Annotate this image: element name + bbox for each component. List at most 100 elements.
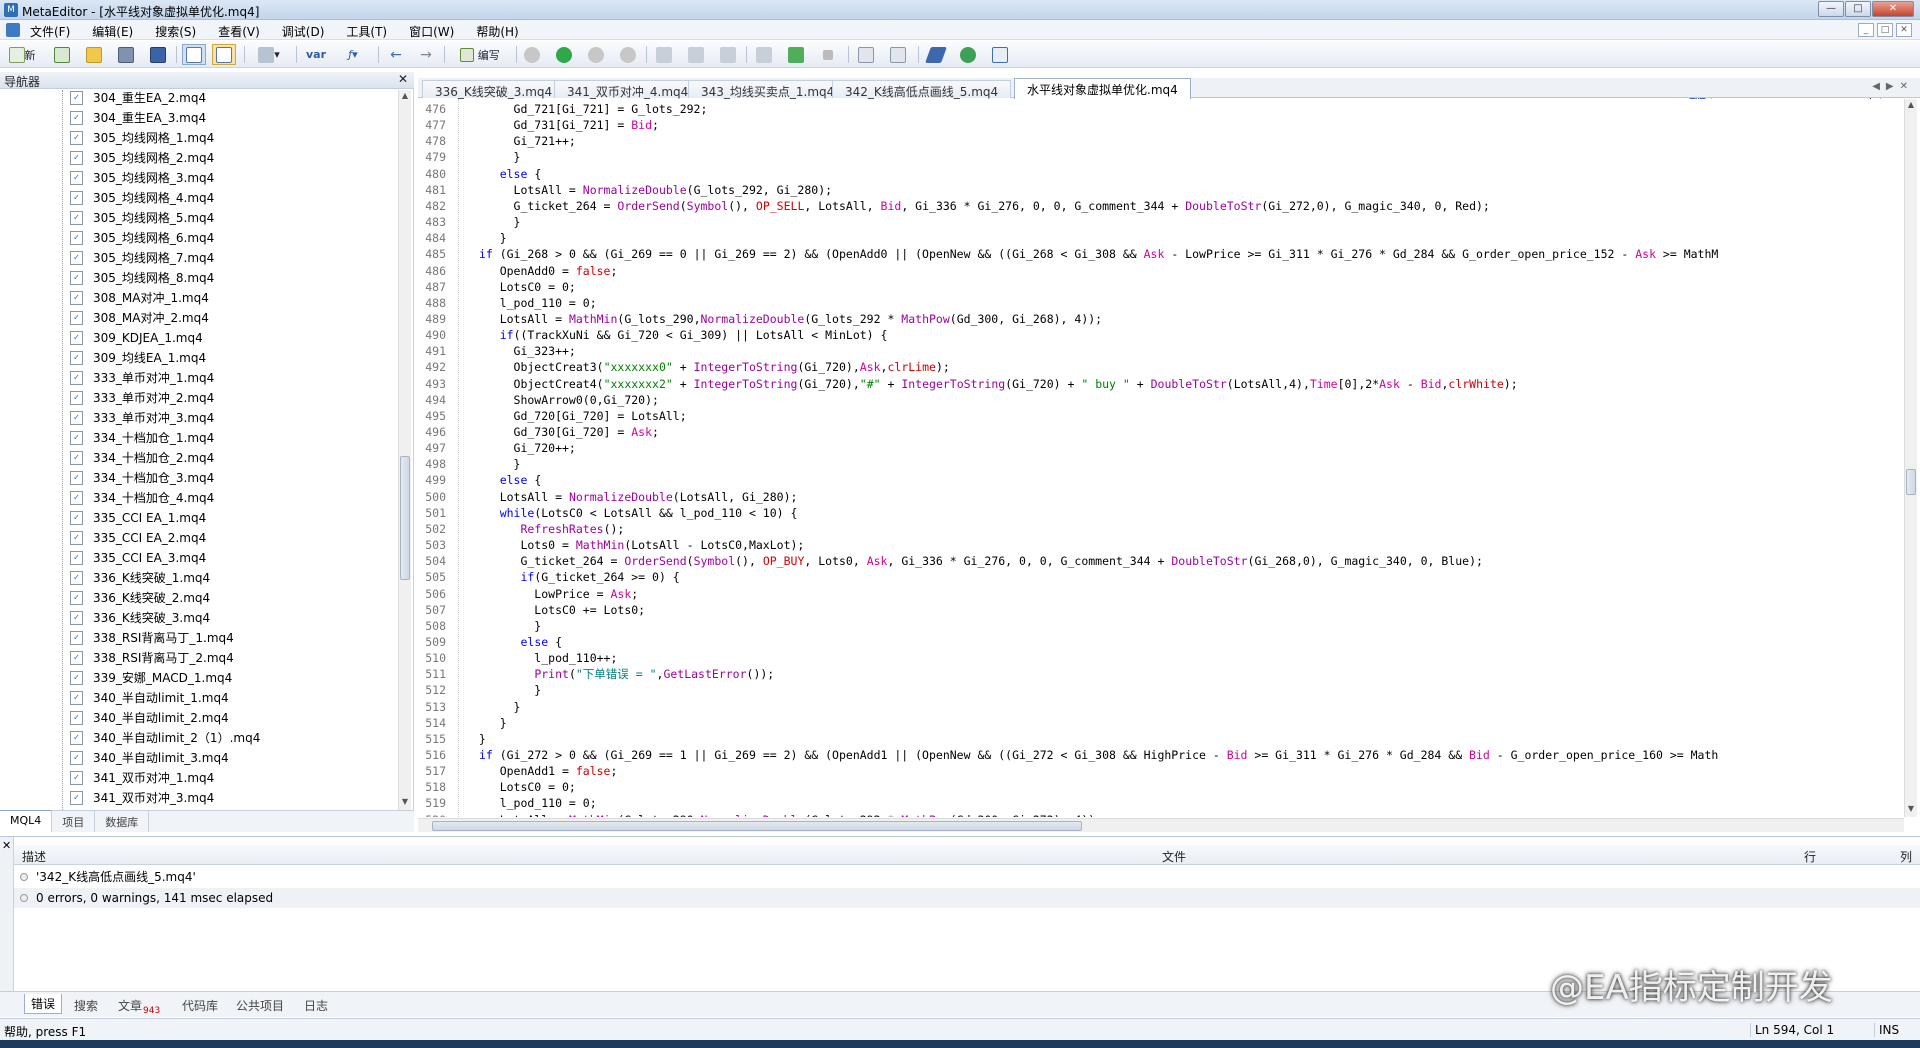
list-item[interactable]: ✓ 335_CCI EA_1.mq4: [0, 508, 396, 528]
list-item[interactable]: ✓ 308_MA对冲_2.mq4: [0, 308, 396, 328]
run-to-icon[interactable]: [786, 44, 806, 65]
code-line[interactable]: 493 ObjectCreat4("xxxxxxx2" + IntegerToS…: [418, 376, 1904, 392]
code-line[interactable]: 498 }: [418, 456, 1904, 472]
list-item[interactable]: ✓ 334_十档加仓_1.mq4: [0, 428, 396, 448]
code-line[interactable]: 510 l_pod_110++;: [418, 650, 1904, 666]
code-line[interactable]: 519 l_pod_110 = 0;: [418, 795, 1904, 811]
code-line[interactable]: 517 OpenAdd1 = false;: [418, 763, 1904, 779]
code-line[interactable]: 506 LowPrice = Ask;: [418, 586, 1904, 602]
navigator-scrollbar[interactable]: ▲ ▼: [398, 90, 411, 810]
code-line[interactable]: 511 Print("下单错误 = ",GetLastError());: [418, 666, 1904, 682]
list-item[interactable]: ✓ 305_均线网格_4.mq4: [0, 188, 396, 208]
code-line[interactable]: 504 G_ticket_264 = OrderSend(Symbol(), O…: [418, 553, 1904, 569]
table-row[interactable]: '342_K线高低点画线_5.mq4': [14, 867, 1920, 887]
scroll-down-arrow-icon[interactable]: ▼: [1905, 803, 1917, 815]
code-line[interactable]: 489 LotsAll = MathMin(G_lots_290,Normali…: [418, 311, 1904, 327]
list-item[interactable]: ✓ 336_K线突破_2.mq4: [0, 588, 396, 608]
scroll-up-arrow-icon[interactable]: ▲: [1905, 99, 1917, 111]
list-item[interactable]: ✓ 334_十档加仓_2.mq4: [0, 448, 396, 468]
insert-function-dropdown[interactable]: ƒ▾: [336, 44, 370, 65]
code-line[interactable]: 514 }: [418, 715, 1904, 731]
code-line[interactable]: 490 if((TrackXuNi && Gi_720 < Gi_309) ||…: [418, 327, 1904, 343]
code-line[interactable]: 518 LotsC0 = 0;: [418, 779, 1904, 795]
menu-item-7[interactable]: 帮助(H): [476, 23, 518, 40]
tab-file-3[interactable]: 342_K线高低点画线_5.mq4: [832, 80, 1012, 99]
code-line[interactable]: 479 }: [418, 149, 1904, 165]
list-item[interactable]: ✓ 308_MA对冲_1.mq4: [0, 288, 396, 308]
code-line[interactable]: 495 Gd_720[Gi_720] = LotsAll;: [418, 408, 1904, 424]
code-line[interactable]: 491 Gi_323++;: [418, 343, 1904, 359]
code-line[interactable]: 480 else {: [418, 166, 1904, 182]
new-project-button[interactable]: [52, 44, 72, 65]
scroll-down-arrow-icon[interactable]: ▼: [399, 796, 411, 808]
chart-icon[interactable]: [990, 44, 1010, 65]
tab-output-4[interactable]: 公共项目: [230, 996, 290, 1015]
col-file[interactable]: 文件: [1162, 848, 1186, 865]
close-button[interactable]: ✕: [1872, 1, 1914, 17]
tab-navigator-2[interactable]: 数据库: [95, 811, 150, 832]
save-all-button[interactable]: [148, 44, 168, 65]
list-item[interactable]: ✓ 305_均线网格_3.mq4: [0, 168, 396, 188]
new-button[interactable]: 新: [4, 44, 40, 65]
tab-navigator-0[interactable]: MQL4: [0, 810, 53, 832]
list-item[interactable]: ✓ 340_半自动limit_2（1）.mq4: [0, 728, 396, 748]
styler-pen-icon[interactable]: [925, 44, 947, 65]
back-arrow-icon[interactable]: ←: [386, 44, 406, 65]
menu-item-1[interactable]: 编辑(E): [92, 23, 133, 40]
code-line[interactable]: 477 Gd_731[Gi_721] = Bid;: [418, 117, 1904, 133]
list-item[interactable]: ✓ 333_单币对冲_2.mq4: [0, 388, 396, 408]
code-line[interactable]: 513 }: [418, 699, 1904, 715]
tab-file-4[interactable]: 水平线对象虚拟单优化.mq4: [1014, 78, 1191, 99]
tab-output-1[interactable]: 搜索: [68, 996, 104, 1015]
list-item[interactable]: ✓ 305_均线网格_8.mq4: [0, 268, 396, 288]
tab-file-1[interactable]: 341_双币对冲_4.mq4: [554, 80, 702, 99]
step-over-icon[interactable]: [686, 44, 706, 65]
list-item[interactable]: ✓ 304_重生EA_3.mq4: [0, 108, 396, 128]
code-line[interactable]: 520 LotsAll = MathMin(G_lots_290,Normali…: [418, 812, 1904, 817]
scrollbar-thumb[interactable]: [1906, 469, 1916, 495]
toolbox-toggle-button[interactable]: [212, 44, 236, 65]
list-item[interactable]: ✓ 336_K线突破_1.mq4: [0, 568, 396, 588]
code-line[interactable]: 487 LotsC0 = 0;: [418, 279, 1904, 295]
code-line[interactable]: 503 Lots0 = MathMin(LotsAll - LotsC0,Max…: [418, 537, 1904, 553]
menu-item-0[interactable]: 文件(F): [30, 23, 70, 40]
styler-dropdown[interactable]: ▾: [252, 44, 286, 65]
code-line[interactable]: 509 else {: [418, 634, 1904, 650]
minimize-button[interactable]: —: [1818, 1, 1844, 17]
navigator-toggle-button[interactable]: [182, 44, 206, 65]
scroll-up-arrow-icon[interactable]: ▲: [399, 90, 411, 102]
debug-step-icon[interactable]: [522, 44, 542, 65]
editor-scrollbar[interactable]: ▲ ▼: [1904, 99, 1917, 817]
code-line[interactable]: 482 G_ticket_264 = OrderSend(Symbol(), O…: [418, 198, 1904, 214]
list-item[interactable]: ✓ 340_半自动limit_1.mq4: [0, 688, 396, 708]
col-description[interactable]: 描述: [22, 848, 46, 865]
tab-file-0[interactable]: 336_K线突破_3.mq4: [422, 80, 566, 99]
menu-item-5[interactable]: 工具(T): [346, 23, 387, 40]
code-line[interactable]: 494 ShowArrow0(0,Gi_720);: [418, 392, 1904, 408]
list-item[interactable]: ✓ 336_K线突破_3.mq4: [0, 608, 396, 628]
code-line[interactable]: 483 }: [418, 214, 1904, 230]
list-item[interactable]: ✓ 309_均线EA_1.mq4: [0, 348, 396, 368]
tab-output-0[interactable]: 错误: [24, 994, 63, 1014]
code-line[interactable]: 485 if (Gi_268 > 0 && (Gi_269 == 0 || Gi…: [418, 246, 1904, 262]
menu-item-3[interactable]: 查看(V): [218, 23, 260, 40]
code-line[interactable]: 499 else {: [418, 472, 1904, 488]
document-icon[interactable]: [6, 23, 20, 37]
save-button[interactable]: [116, 44, 136, 65]
code-line[interactable]: 500 LotsAll = NormalizeDouble(LotsAll, G…: [418, 489, 1904, 505]
stop-square-icon[interactable]: [818, 44, 838, 65]
table-row[interactable]: 0 errors, 0 warnings, 141 msec elapsed: [14, 888, 1920, 908]
code-line[interactable]: 512 }: [418, 682, 1904, 698]
code-line[interactable]: 486 OpenAdd0 = false;: [418, 263, 1904, 279]
list-item[interactable]: ✓ 341_双币对冲_3.mq4: [0, 788, 396, 808]
forward-arrow-icon[interactable]: →: [416, 44, 436, 65]
code-line[interactable]: 497 Gi_720++;: [418, 440, 1904, 456]
insert-variable-button[interactable]: var: [304, 44, 328, 65]
list-item[interactable]: ✓ 305_均线网格_2.mq4: [0, 148, 396, 168]
code-line[interactable]: 502 RefreshRates();: [418, 521, 1904, 537]
list-item[interactable]: ✓ 304_重生EA_2.mq4: [0, 90, 396, 108]
list-item[interactable]: ✓ 335_CCI EA_3.mq4: [0, 548, 396, 568]
list-item[interactable]: ✓ 338_RSI背离马丁_2.mq4: [0, 648, 396, 668]
tab-scroll-arrows[interactable]: ◀▶✕: [1872, 81, 1914, 92]
list-item[interactable]: ✓ 340_半自动limit_2.mq4: [0, 708, 396, 728]
